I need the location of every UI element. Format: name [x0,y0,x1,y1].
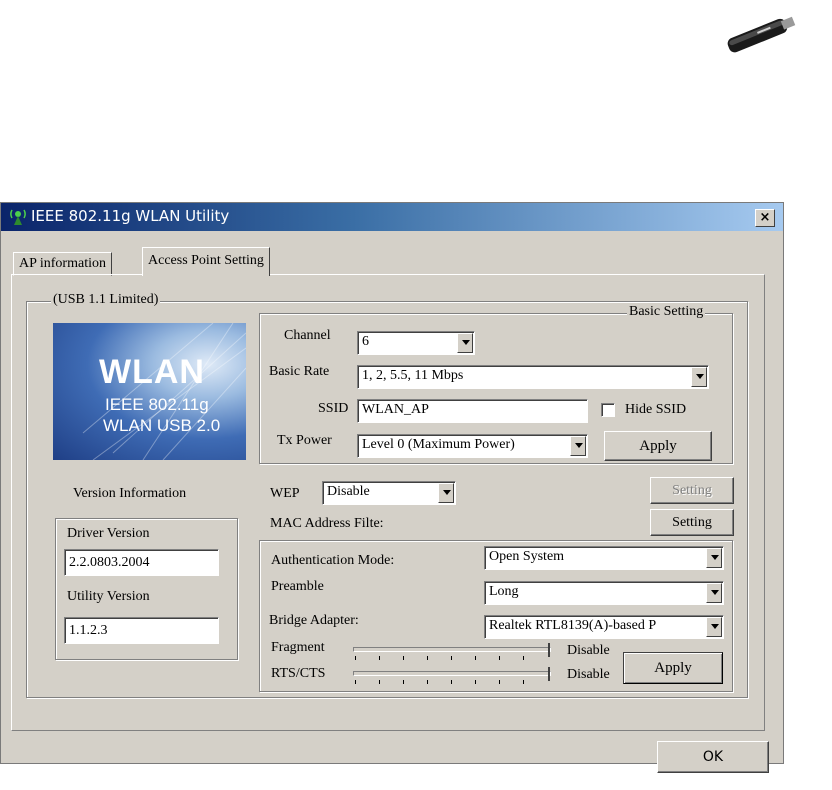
tx-power-value: Level 0 (Maximum Power) [362,437,515,452]
driver-version-field: 2.2.0803.2004 [64,549,219,576]
auth-mode-select[interactable]: Open System [484,546,724,570]
bridge-adapter-label: Bridge Adapter: [269,613,359,628]
rts-cts-slider[interactable] [353,667,553,687]
slider-tick [451,656,452,660]
rts-cts-state: Disable [567,667,610,682]
basic-rate-select[interactable]: 1, 2, 5.5, 11 Mbps [357,365,709,389]
mac-filter-label: MAC Address Filte: [270,516,384,531]
tab-label: AP information [19,256,106,271]
slider-tick [475,656,476,660]
usb-dongle-icon [727,16,796,53]
window-title: IEEE 802.11g WLAN Utility [31,207,230,225]
chevron-down-icon[interactable] [570,436,586,456]
preamble-label: Preamble [271,579,324,594]
chevron-down-icon[interactable] [706,583,722,603]
slider-track [353,647,551,652]
logo-subtitle-1: IEEE 802.11g [105,395,209,414]
channel-label: Channel [284,328,331,343]
channel-value: 6 [362,334,369,349]
hide-ssid-label: Hide SSID [625,402,687,417]
mac-setting-button[interactable]: Setting [650,509,734,536]
slider-tick [427,656,428,660]
ssid-input[interactable]: WLAN_AP [357,399,588,423]
slider-tick [499,680,500,684]
fragment-slider[interactable] [353,643,553,663]
wlan-utility-window: IEEE 802.11g WLAN Utility × AP informati… [0,202,784,773]
basic-apply-button[interactable]: Apply [604,431,712,461]
rts-cts-label: RTS/CTS [271,666,326,681]
antenna-icon [10,209,26,225]
slider-tick [355,656,356,660]
chevron-down-icon[interactable] [691,367,707,387]
usb-group-legend: (USB 1.1 Limited) [51,292,161,308]
tab-access-point-setting[interactable]: Access Point Setting [142,247,270,276]
utility-version-label: Utility Version [67,589,150,604]
slider-tick [355,680,356,684]
tab-label: Access Point Setting [148,253,264,268]
preamble-select[interactable]: Long [484,581,724,605]
slider-track [353,671,551,676]
wep-label: WEP [270,486,300,501]
tx-power-label: Tx Power [277,433,332,448]
chevron-down-icon[interactable] [438,483,454,503]
slider-tick [379,656,380,660]
advanced-apply-button[interactable]: Apply [623,652,723,684]
slider-tick [427,680,428,684]
version-heading: Version Information [73,486,187,501]
slider-tick [451,680,452,684]
slider-tick [403,656,404,660]
fragment-label: Fragment [271,640,325,655]
logo-subtitle-2: WLAN USB 2.0 [103,416,221,435]
slider-tick [523,680,524,684]
close-button[interactable]: × [755,209,775,227]
channel-select[interactable]: 6 [357,331,475,355]
hide-ssid-checkbox[interactable] [601,403,615,417]
slider-thumb[interactable] [543,667,550,681]
driver-version-label: Driver Version [67,526,150,541]
slider-tick [523,656,524,660]
chevron-down-icon[interactable] [706,548,722,568]
slider-tick [475,680,476,684]
utility-version-field: 1.1.2.3 [64,617,219,644]
basic-rate-value: 1, 2, 5.5, 11 Mbps [362,368,464,383]
wep-value: Disable [327,484,370,499]
basic-setting-legend: Basic Setting [627,304,706,320]
bridge-adapter-select[interactable]: Realtek RTL8139(A)-based P [484,615,724,639]
slider-tick [379,680,380,684]
slider-thumb[interactable] [543,643,550,657]
ssid-label: SSID [318,401,349,416]
tab-ap-information[interactable]: AP information [13,252,112,276]
wlan-logo: WLAN IEEE 802.11g WLAN USB 2.0 [53,323,246,460]
auth-mode-value: Open System [489,549,565,564]
tx-power-select[interactable]: Level 0 (Maximum Power) [357,434,588,458]
slider-tick [499,656,500,660]
logo-title: WLAN [99,353,205,391]
chevron-down-icon[interactable] [457,333,473,353]
slider-tick [403,680,404,684]
title-bar[interactable]: IEEE 802.11g WLAN Utility × [1,203,783,231]
chevron-down-icon[interactable] [706,617,722,637]
basic-rate-label: Basic Rate [269,364,330,379]
wep-select[interactable]: Disable [322,481,456,505]
auth-mode-label: Authentication Mode: [271,553,395,568]
preamble-value: Long [489,584,519,599]
wep-setting-button[interactable]: Setting [650,477,734,504]
fragment-state: Disable [567,643,610,658]
ok-button[interactable]: OK [657,741,769,773]
bridge-adapter-value: Realtek RTL8139(A)-based P [489,618,657,633]
